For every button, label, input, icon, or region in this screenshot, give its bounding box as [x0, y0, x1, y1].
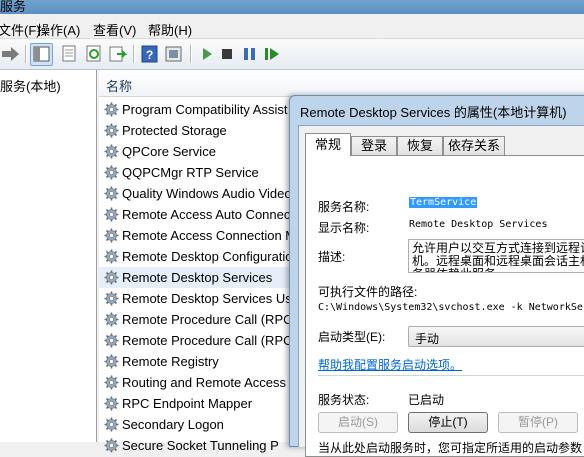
description-label: 描述: — [318, 250, 346, 264]
tab-recovery[interactable]: 恢复 — [397, 136, 443, 155]
display-name-value: Remote Desktop Services — [409, 219, 548, 230]
service-gear-icon — [104, 102, 119, 117]
service-gear-icon — [104, 144, 119, 159]
service-name: Program Compatibility Assist — [122, 102, 288, 117]
console-tree-pane: 服务(本地) — [0, 70, 97, 442]
service-name: RPC Endpoint Mapper — [122, 396, 253, 411]
window-title: 服务 — [0, 0, 27, 14]
menu-view[interactable]: 查看(V) — [93, 20, 136, 39]
service-name-label: 服务名称: — [318, 200, 370, 214]
service-status-value: 已启动 — [408, 393, 445, 407]
start-service-icon[interactable] — [197, 43, 219, 65]
dialog-title: Remote Desktop Services 的属性(本地计算机) — [300, 105, 567, 120]
stop-button[interactable]: 停止(T) — [408, 412, 488, 433]
service-name: Secure Socket Tunneling P — [122, 438, 279, 453]
service-name: Remote Desktop Configuratio — [122, 249, 293, 264]
column-header-label: 名称 — [106, 79, 133, 94]
service-name: Remote Desktop Services Us — [122, 291, 292, 306]
path-label: 可执行文件的路径: — [318, 285, 418, 299]
tree-node-services-local[interactable]: 服务(本地) — [0, 76, 61, 95]
divider — [318, 375, 584, 376]
mmc-icon[interactable] — [163, 43, 185, 65]
service-gear-icon — [104, 186, 119, 201]
service-name: Protected Storage — [122, 123, 227, 138]
service-name-value[interactable]: TermService — [409, 197, 478, 208]
menu-help[interactable]: 帮助(H) — [148, 20, 192, 39]
tab-dependencies[interactable]: 依存关系 — [443, 136, 505, 155]
description-box[interactable]: 允许用户以交互方式连接到远程计算机。远程桌面和远程桌面会话主机服务器依赖此服务 — [408, 239, 584, 273]
service-name: Remote Registry — [122, 354, 219, 369]
display-name-label: 显示名称: — [318, 221, 370, 235]
pause-service-icon[interactable] — [239, 43, 261, 65]
service-gear-icon — [104, 312, 119, 327]
service-gear-icon — [104, 291, 119, 306]
description-text: 允许用户以交互方式连接到远程计算机。远程桌面和远程桌面会话主机服务器依赖此服务 — [412, 241, 584, 273]
tab-general[interactable]: 常规 — [305, 133, 351, 156]
export-icon[interactable] — [107, 43, 129, 65]
console-tree-icon[interactable] — [30, 43, 53, 66]
startup-type-value: 手动 — [415, 332, 440, 346]
service-gear-icon — [104, 438, 119, 453]
dialog-body: 常规 登录 恢复 依存关系 服务名称: TermService 显示名称: Re… — [298, 125, 584, 457]
menu-file[interactable]: 文件(F) — [0, 20, 41, 39]
service-gear-icon — [104, 165, 119, 180]
properties-dialog: Remote Desktop Services 的属性(本地计算机) 常规 登录… — [289, 95, 584, 457]
service-name: Routing and Remote Access — [122, 375, 287, 390]
service-gear-icon — [104, 249, 119, 264]
help-configure-link[interactable]: 帮助我配置服务启动选项。 — [318, 356, 462, 373]
service-name: Remote Procedure Call (RPC) — [122, 333, 297, 348]
service-status-label: 服务状态: — [318, 393, 370, 407]
forward-arrow-icon[interactable] — [0, 43, 22, 65]
general-tab-panel: 服务名称: TermService 显示名称: Remote Desktop S… — [305, 155, 584, 457]
properties-icon[interactable] — [58, 43, 80, 65]
service-name: Quality Windows Audio Video — [122, 186, 292, 201]
refresh-icon[interactable] — [83, 43, 105, 65]
service-name: Secondary Logon — [122, 417, 224, 432]
service-gear-icon — [104, 123, 119, 138]
service-gear-icon — [104, 270, 119, 285]
path-value: C:\Windows\System32\svchost.exe -k Netwo… — [318, 302, 584, 313]
service-gear-icon — [104, 396, 119, 411]
window-title-bar: 服务 — [0, 0, 584, 14]
service-name: Remote Procedure Call (RPC) — [122, 312, 297, 327]
service-gear-icon — [104, 354, 119, 369]
pause-button[interactable]: 暂停(P) — [498, 412, 578, 433]
service-name: Remote Access Auto Connect — [122, 207, 294, 222]
service-name: Remote Access Connection M — [122, 228, 297, 243]
resume-service-icon[interactable] — [261, 43, 283, 65]
svg-text:?: ? — [146, 48, 153, 62]
service-gear-icon — [104, 375, 119, 390]
stop-service-icon[interactable] — [217, 43, 239, 65]
service-gear-icon — [104, 417, 119, 432]
service-name: QPCore Service — [122, 144, 216, 159]
service-gear-icon — [104, 333, 119, 348]
tab-logon[interactable]: 登录 — [351, 136, 397, 155]
service-name: Remote Desktop Services — [122, 270, 273, 285]
start-button[interactable]: 启动(S) — [318, 412, 398, 433]
help-icon[interactable]: ? — [139, 43, 161, 65]
service-name: QQPCMgr RTP Service — [122, 165, 259, 180]
toolbar: ? — [0, 39, 584, 70]
startup-type-label: 启动类型(E): — [318, 330, 386, 344]
menu-bar: 文件(F) 操作(A) 查看(V) 帮助(H) — [0, 14, 584, 39]
column-header-name[interactable]: 名称 — [99, 70, 584, 97]
service-gear-icon — [104, 228, 119, 243]
startup-type-select[interactable]: 手动 — [408, 326, 584, 347]
service-gear-icon — [104, 207, 119, 222]
menu-action[interactable]: 操作(A) — [37, 20, 80, 39]
